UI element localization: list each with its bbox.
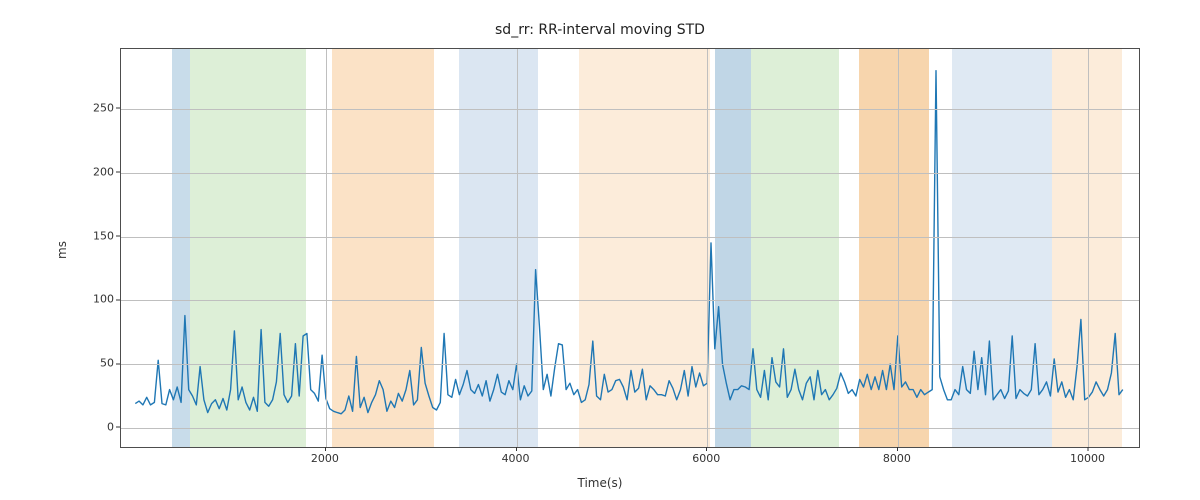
x-tick-label: 4000 <box>502 452 530 465</box>
x-tick-label: 2000 <box>311 452 339 465</box>
gridline-vertical <box>326 49 327 447</box>
plot-area <box>120 48 1140 448</box>
y-tick-label: 100 <box>0 293 114 306</box>
y-tick-label: 250 <box>0 101 114 114</box>
gridline-horizontal <box>121 237 1139 238</box>
gridline-vertical <box>517 49 518 447</box>
gridline-horizontal <box>121 428 1139 429</box>
gridline-horizontal <box>121 364 1139 365</box>
gridline-horizontal <box>121 173 1139 174</box>
chart-figure: sd_rr: RR-interval moving STD 2000400060… <box>0 0 1200 500</box>
gridline-vertical <box>898 49 899 447</box>
x-axis-label: Time(s) <box>0 476 1200 490</box>
gridline-vertical <box>1088 49 1089 447</box>
x-tick-label: 6000 <box>692 452 720 465</box>
x-tick-label: 8000 <box>883 452 911 465</box>
y-tick-label: 50 <box>0 357 114 370</box>
x-tick-label: 10000 <box>1070 452 1105 465</box>
gridline-horizontal <box>121 300 1139 301</box>
gridline-vertical <box>707 49 708 447</box>
y-tick-label: 0 <box>0 420 114 433</box>
y-axis-label: ms <box>55 241 69 259</box>
y-tick-label: 200 <box>0 165 114 178</box>
chart-title: sd_rr: RR-interval moving STD <box>0 22 1200 38</box>
gridline-horizontal <box>121 109 1139 110</box>
